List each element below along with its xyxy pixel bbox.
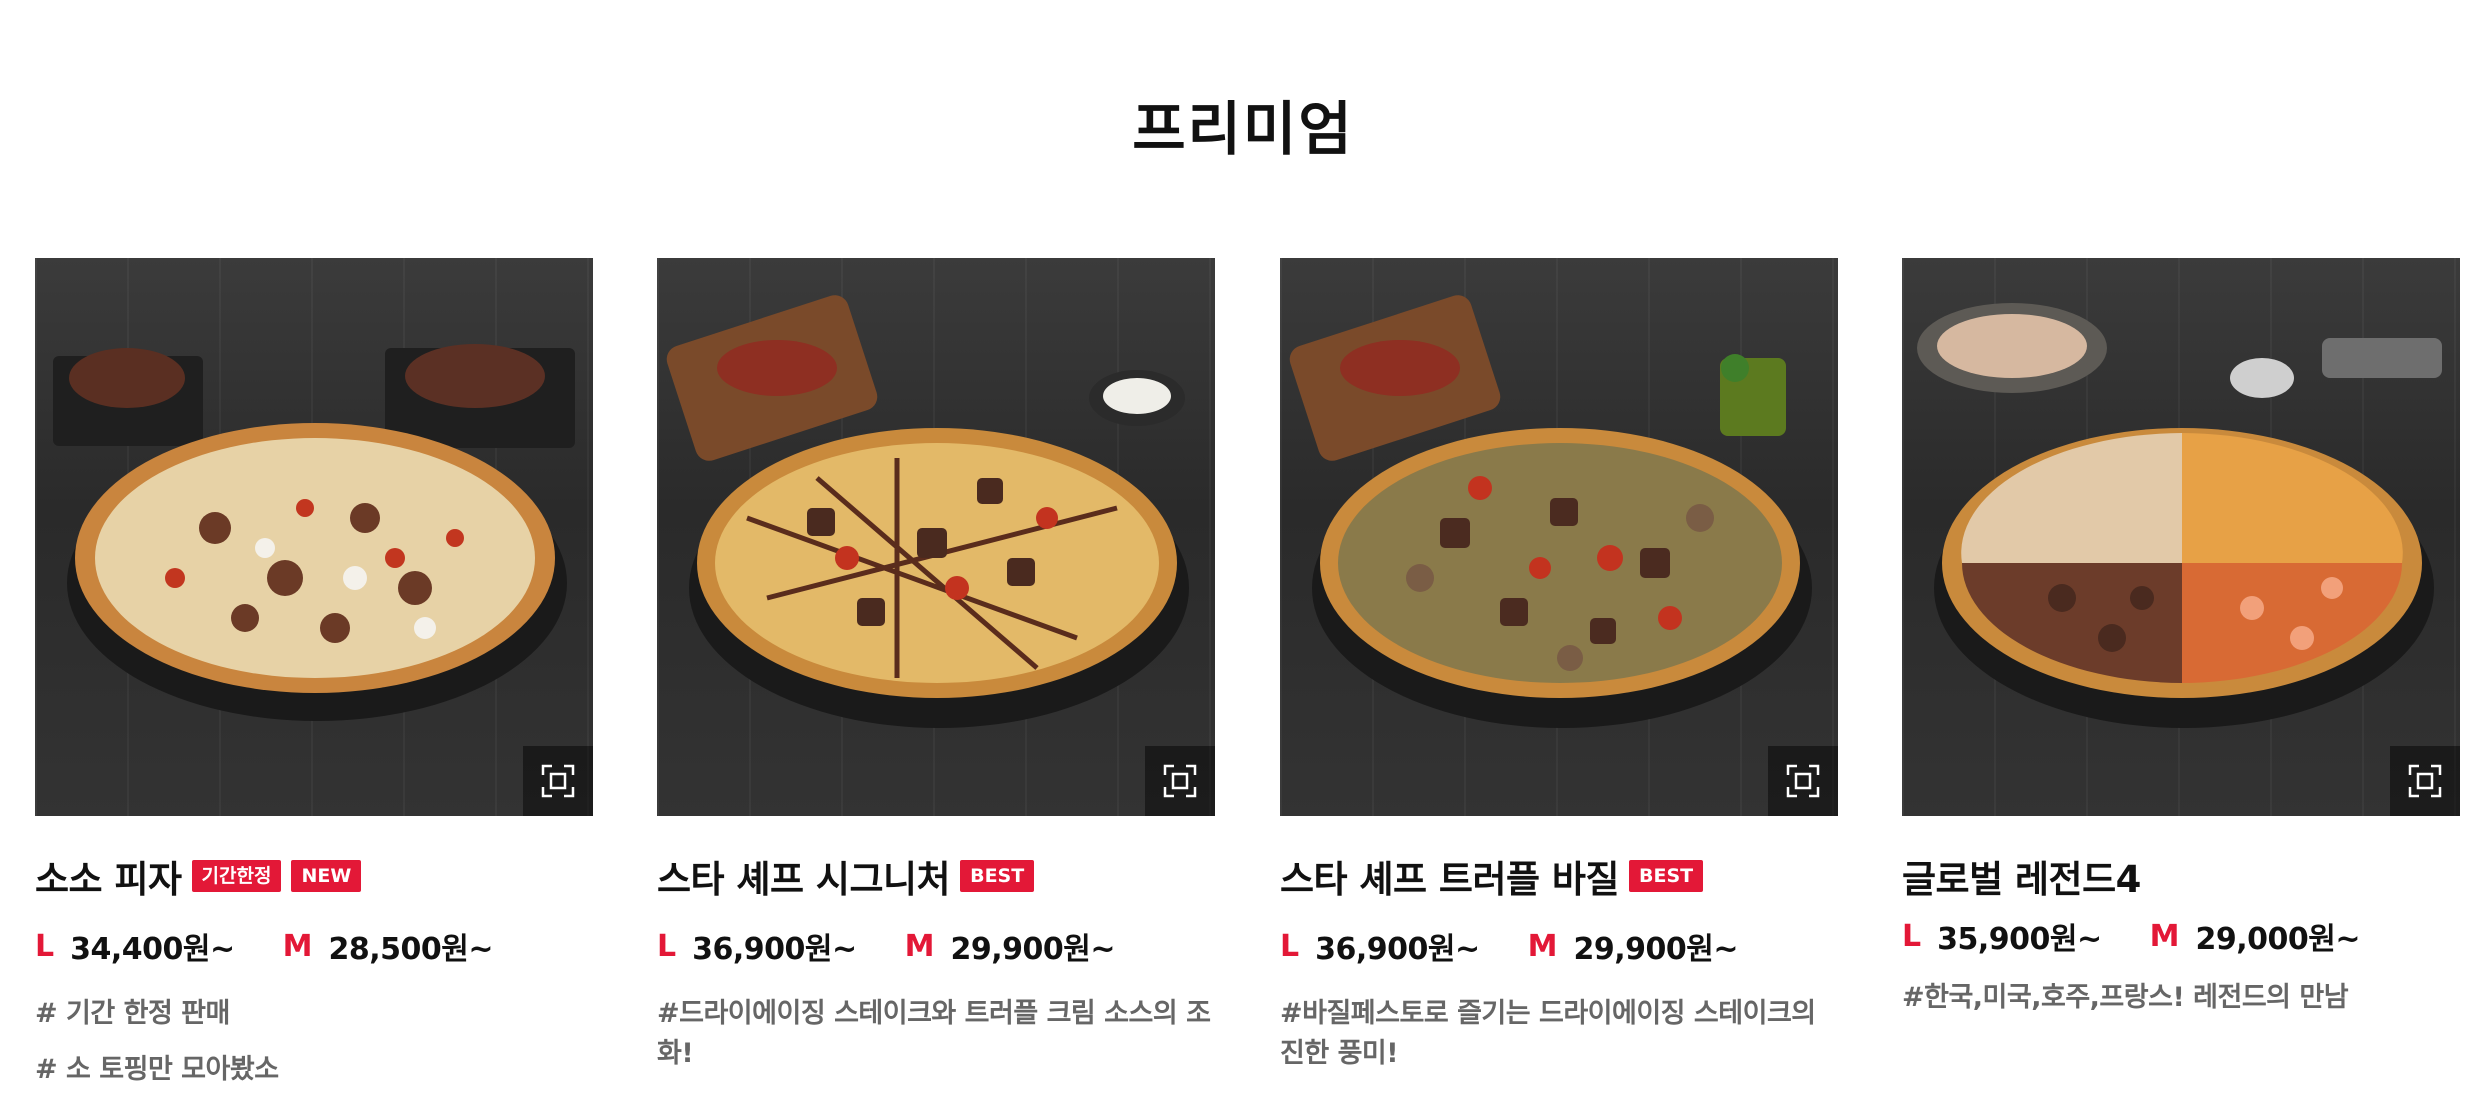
price-large: 35,900원~ (1937, 922, 2102, 957)
description-line: # 기간 한정 판매 (35, 998, 230, 1029)
price-large: 34,400원~ (70, 932, 235, 967)
size-label-medium: M (1527, 928, 1558, 964)
size-label-large: L (1902, 918, 1922, 954)
description-line: #바질페스토로 즐기는 드라이에이징 스테이크의 진한 풍미! (1280, 998, 1816, 1069)
price-row: L 36,900원~ M 29,900원~ (1280, 924, 1838, 968)
badge-limited: 기간한정 (191, 860, 282, 892)
expand-frame-icon (1786, 764, 1820, 798)
product-image[interactable] (1902, 258, 2460, 816)
section-title: 프리미엄 (1132, 95, 1354, 163)
size-label-large: L (657, 928, 677, 964)
product-name[interactable]: 글로벌 레전드4 (1902, 849, 2141, 903)
badge-best: BEST (960, 860, 1035, 892)
expand-frame-icon (1163, 764, 1197, 798)
badge-best: BEST (1629, 860, 1704, 892)
product-description: # 기간 한정 판매 # 소 토핑만 모아봤소 (35, 994, 593, 1090)
badge-new: NEW (291, 860, 362, 892)
product-image[interactable] (35, 258, 593, 816)
size-label-medium: M (282, 928, 313, 964)
description-line: # 소 토핑만 모아봤소 (35, 1054, 279, 1085)
product-description: #드라이에이징 스테이크와 트러플 크림 소스의 조화! (657, 994, 1215, 1074)
pizza-illustration (1289, 295, 1812, 728)
zoom-button[interactable] (2390, 746, 2460, 816)
price-row: L 35,900원~ M 29,000원~ (1902, 914, 2460, 958)
size-label-medium: M (2149, 918, 2180, 954)
description-line: #드라이에이징 스테이크와 트러플 크림 소스의 조화! (657, 998, 1211, 1069)
title-row: 스타 셰프 시그니처 BEST (657, 850, 1215, 902)
product-card-star-chef-truffle-basil[interactable]: 스타 셰프 트러플 바질 BEST L 36,900원~ M 29,900원~ … (1280, 258, 1838, 1074)
price-row: L 36,900원~ M 29,900원~ (657, 924, 1215, 968)
size-label-large: L (1280, 928, 1300, 964)
price-row: L 34,400원~ M 28,500원~ (35, 924, 593, 968)
zoom-button[interactable] (523, 746, 593, 816)
title-row: 소소 피자 기간한정 NEW (35, 850, 593, 902)
price-medium: 28,500원~ (328, 932, 494, 967)
product-name[interactable]: 스타 셰프 시그니처 (657, 849, 951, 903)
product-name[interactable]: 소소 피자 (35, 849, 182, 903)
product-image[interactable] (657, 258, 1215, 816)
size-label-medium: M (904, 928, 935, 964)
price-large: 36,900원~ (692, 932, 857, 967)
title-row: 스타 셰프 트러플 바질 BEST (1280, 850, 1838, 902)
pizza-illustration (666, 295, 1189, 728)
size-label-large: L (35, 928, 55, 964)
product-description: #바질페스토로 즐기는 드라이에이징 스테이크의 진한 풍미! (1280, 994, 1838, 1074)
price-large: 36,900원~ (1315, 932, 1480, 967)
expand-frame-icon (2408, 764, 2442, 798)
product-card-star-chef-signature[interactable]: 스타 셰프 시그니처 BEST L 36,900원~ M 29,900원~ #드… (657, 258, 1215, 1074)
product-description: #한국,미국,호주,프랑스! 레전드의 만남 (1902, 978, 2460, 1018)
title-row: 글로벌 레전드4 (1902, 850, 2460, 902)
zoom-button[interactable] (1768, 746, 1838, 816)
price-medium: 29,900원~ (1573, 932, 1739, 967)
price-medium: 29,900원~ (950, 932, 1116, 967)
product-card-global-legend4[interactable]: 글로벌 레전드4 L 35,900원~ M 29,000원~ #한국,미국,호주… (1902, 258, 2460, 1018)
price-medium: 29,000원~ (2195, 922, 2361, 957)
pizza-illustration (53, 344, 575, 721)
product-image[interactable] (1280, 258, 1838, 816)
description-line: #한국,미국,호주,프랑스! 레전드의 만남 (1902, 982, 2349, 1013)
expand-frame-icon (541, 764, 575, 798)
product-name[interactable]: 스타 셰프 트러플 바질 (1280, 849, 1620, 903)
pizza-illustration (1917, 303, 2442, 728)
zoom-button[interactable] (1145, 746, 1215, 816)
product-card-soso-pizza[interactable]: 소소 피자 기간한정 NEW L 34,400원~ M 28,500원~ # 기… (35, 258, 593, 1106)
